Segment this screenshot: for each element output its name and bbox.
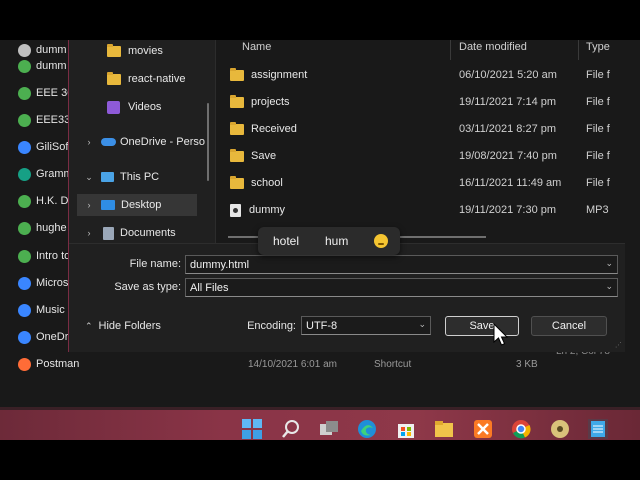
file-row[interactable]: Received 03/11/2021 8:27 pm File f xyxy=(216,118,624,140)
folder-icon xyxy=(230,94,244,108)
file-row[interactable]: projects 19/11/2021 7:14 pm File f xyxy=(216,91,624,113)
postman-size: 3 KB xyxy=(516,359,538,370)
xampp-icon[interactable] xyxy=(473,419,493,439)
grammarly-icon xyxy=(18,167,31,181)
nav-scrollbar[interactable] xyxy=(207,103,209,181)
list-item[interactable]: Postman xyxy=(18,354,79,374)
folder-icon xyxy=(107,43,121,57)
nav-item-documents[interactable]: › Documents xyxy=(83,222,207,244)
column-header-date[interactable]: Date modified xyxy=(459,37,527,57)
suggestion-hum[interactable]: hum xyxy=(325,227,348,255)
suggestion-hotel[interactable]: hotel xyxy=(273,227,299,255)
postman-date: 14/10/2021 6:01 am xyxy=(248,359,337,370)
nav-item-desktop[interactable]: › Desktop xyxy=(77,194,197,216)
edge-icon xyxy=(18,303,31,317)
edge-icon xyxy=(18,330,31,344)
list-item[interactable]: Music xyxy=(18,300,65,320)
media-icon[interactable] xyxy=(550,419,570,439)
cancel-button[interactable]: Cancel xyxy=(531,316,607,336)
nav-item-onedrive[interactable]: › OneDrive - Perso xyxy=(83,131,207,153)
list-item[interactable]: hughe xyxy=(18,218,67,238)
store-icon[interactable] xyxy=(396,419,416,439)
chevron-down-icon: ⌄ xyxy=(418,319,426,329)
search-icon[interactable] xyxy=(281,419,301,439)
file-row[interactable]: assignment 06/10/2021 5:20 am File f xyxy=(216,64,624,86)
list-item[interactable]: Intro to xyxy=(18,246,70,266)
nav-item-react-native[interactable]: react-native xyxy=(107,68,207,90)
videos-icon xyxy=(107,100,120,114)
encoding-label: Encoding: xyxy=(247,320,296,332)
nav-item-videos[interactable]: Videos xyxy=(107,96,207,118)
documents-icon xyxy=(103,226,114,240)
list-item[interactable]: H.K. Da xyxy=(18,191,75,211)
folder-icon xyxy=(230,121,244,135)
chrome-icon xyxy=(18,221,31,235)
list-item[interactable]: Gramm xyxy=(18,164,73,184)
resize-grip-icon[interactable]: ⋰ xyxy=(615,342,623,350)
computer-icon xyxy=(101,172,114,182)
chevron-down-icon: ⌄ xyxy=(605,281,613,291)
chrome-icon xyxy=(18,249,31,263)
file-name-label: File name: xyxy=(129,258,181,270)
app-icon xyxy=(18,140,31,154)
chrome-icon xyxy=(18,86,31,100)
chevron-right-icon[interactable]: › xyxy=(83,137,95,147)
nav-item-movies[interactable]: movies xyxy=(107,40,207,62)
folder-icon xyxy=(230,67,244,81)
audio-file-icon xyxy=(230,203,241,217)
postman-icon xyxy=(18,357,31,371)
screen: dumm dumm EEE 36 EEE332 GiliSof Gramm H.… xyxy=(0,0,640,480)
save-type-label: Save as type: xyxy=(114,281,181,293)
encoding-select[interactable]: UTF-8 ⌄ xyxy=(301,316,431,335)
list-item[interactable]: GiliSof xyxy=(18,137,68,157)
edge-icon[interactable] xyxy=(357,419,377,439)
desktop-icon xyxy=(101,200,115,210)
save-type-select[interactable]: All Files ⌄ xyxy=(185,278,618,297)
list-item[interactable]: dumm xyxy=(18,56,67,76)
file-list-pane: Name Date modified Type assignment 06/10… xyxy=(216,40,624,243)
folder-icon xyxy=(230,175,244,189)
list-item[interactable]: EEE 36 xyxy=(18,83,73,103)
chevron-down-icon[interactable]: ⌄ xyxy=(605,258,613,269)
edge-icon xyxy=(18,276,31,290)
task-view-icon[interactable] xyxy=(319,419,339,439)
save-as-dialog: movies react-native Videos › OneDrive - … xyxy=(68,40,625,352)
chrome-icon xyxy=(18,194,31,208)
file-icon xyxy=(18,43,31,57)
file-row[interactable]: dummy 19/11/2021 7:30 pm MP3 xyxy=(216,199,624,221)
chevron-up-icon: ⌃ xyxy=(85,320,93,331)
column-separator[interactable] xyxy=(450,40,451,60)
file-explorer-icon[interactable] xyxy=(434,419,454,439)
file-row[interactable]: school 16/11/2021 11:49 am File f xyxy=(216,172,624,194)
hide-folders-button[interactable]: ⌃ Hide Folders xyxy=(85,320,161,332)
column-separator[interactable] xyxy=(578,40,579,60)
folder-icon xyxy=(107,71,121,85)
list-item[interactable]: Micros xyxy=(18,273,68,293)
thinking-face-icon[interactable] xyxy=(374,234,388,248)
screen-bottom xyxy=(0,440,640,480)
chrome-icon xyxy=(18,59,31,73)
postman-type: Shortcut xyxy=(374,359,412,370)
nav-item-this-pc[interactable]: ⌄ This PC xyxy=(83,166,207,188)
navigation-pane: movies react-native Videos › OneDrive - … xyxy=(69,40,215,243)
folder-icon xyxy=(230,148,244,162)
chevron-right-icon[interactable]: › xyxy=(83,228,95,238)
text-suggestion-popup: hotel hum xyxy=(258,227,400,255)
list-item[interactable]: OneDr xyxy=(18,327,68,347)
column-header-name[interactable]: Name xyxy=(242,37,271,57)
mouse-cursor-icon xyxy=(493,323,509,346)
column-header-type[interactable]: Type xyxy=(586,37,610,57)
chevron-right-icon[interactable]: › xyxy=(83,200,95,210)
file-row[interactable]: Save 19/08/2021 7:40 pm File f xyxy=(216,145,624,167)
notepad-icon[interactable] xyxy=(588,419,608,439)
taskbar xyxy=(0,410,640,440)
file-name-input[interactable]: dummy.html ⌄ xyxy=(185,255,618,274)
onedrive-icon xyxy=(101,138,116,146)
windows-start-icon[interactable] xyxy=(242,419,262,439)
chrome-icon xyxy=(18,113,31,127)
chrome-icon[interactable] xyxy=(511,419,531,439)
save-form: File name: dummy.html ⌄ Save as type: Al… xyxy=(69,243,625,352)
chevron-down-icon[interactable]: ⌄ xyxy=(83,172,95,183)
